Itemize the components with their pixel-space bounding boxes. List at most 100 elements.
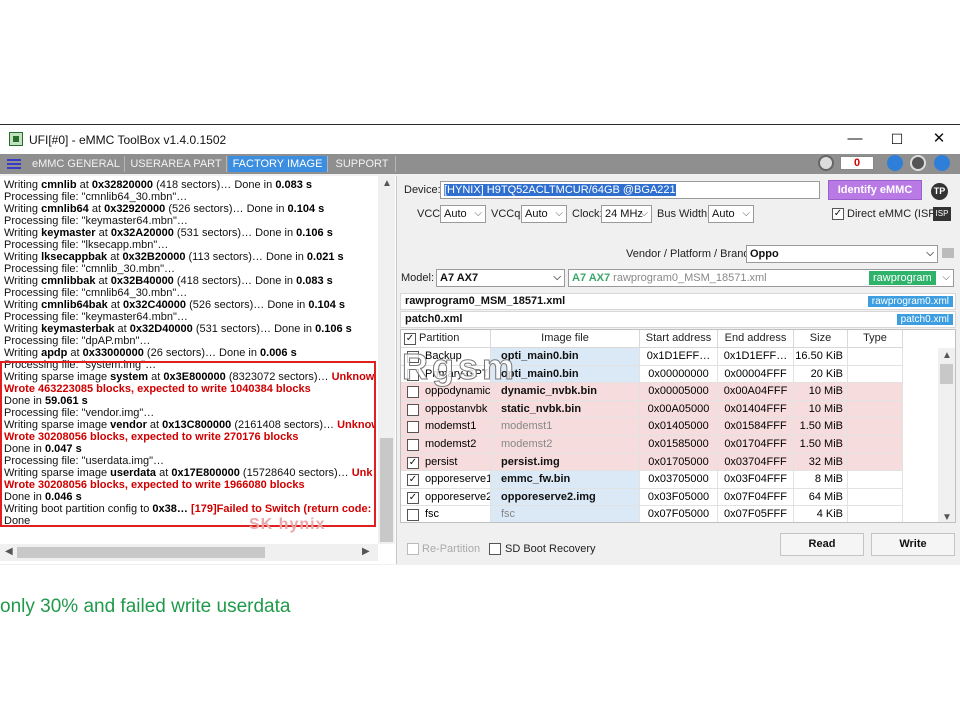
log-segment: (26 sectors)… Done in: [143, 347, 261, 359]
log-segment: 0.104 s: [287, 203, 325, 215]
log-segment: 0.021 s: [306, 251, 344, 263]
log-segment: Writing: [4, 323, 42, 335]
chevron-down-icon: ⌵: [474, 208, 482, 219]
error-highlight-box: [0, 361, 376, 527]
log-segment: Processing file: "keymaster64.mbn"…: [4, 215, 188, 227]
row-checkbox[interactable]: ✓: [407, 456, 419, 469]
repartition-label: Re-Partition: [422, 543, 481, 555]
sd-boot-checkbox[interactable]: [489, 543, 501, 555]
table-scroll-thumb[interactable]: [940, 364, 953, 384]
table-row[interactable]: opporeserve2 opporeserve2.img 0x03F05000 0x…: [401, 488, 939, 507]
table-row[interactable]: modemst1 modemst1 0x01405000 0x01584FFF 1.50…: [401, 418, 939, 437]
repartition-checkbox[interactable]: [407, 543, 419, 555]
xml-file-patch[interactable]: patch0.xml patch0.xml: [400, 311, 956, 328]
info-icon[interactable]: [910, 155, 926, 171]
column-header[interactable]: Start address: [640, 330, 718, 348]
size-cell: 4 KiB: [794, 506, 848, 522]
scroll-down-icon[interactable]: ▼: [942, 512, 952, 522]
scroll-left-icon[interactable]: ◀: [5, 546, 13, 557]
tab-emmc-general[interactable]: eMMC GENERAL: [28, 156, 125, 172]
log-horizontal-scrollbar[interactable]: ◀ ▶: [0, 544, 378, 561]
vcc-select[interactable]: Auto ⌵: [440, 205, 486, 223]
vccq-label: VCCq:: [491, 208, 524, 220]
folder-icon[interactable]: [942, 248, 954, 258]
end-address-cell: 0x03F04FFF: [718, 471, 794, 489]
xml-file-name: patch0.xml: [405, 313, 463, 325]
log-vertical-scrollbar[interactable]: ▲: [378, 176, 395, 544]
buswidth-select[interactable]: Auto ⌵: [708, 205, 754, 223]
read-button[interactable]: Read: [780, 533, 864, 556]
direct-emmc-checkbox[interactable]: ✓: [832, 208, 844, 220]
start-address-cell: 0x00005000: [640, 383, 718, 401]
table-row[interactable]: opporeserve1 emmc_fw.bin 0x03705000 0x03F04…: [401, 471, 939, 489]
type-cell: [848, 488, 903, 507]
log-segment: (531 sectors)… Done in: [173, 227, 297, 239]
table-row[interactable]: oppostanvbk static_nvbk.bin 0x00A05000 0x01…: [401, 400, 939, 419]
type-cell: [848, 383, 903, 401]
row-checkbox[interactable]: [407, 439, 419, 451]
vendor-select[interactable]: Oppo ⌵: [746, 245, 938, 263]
log-segment: cmnlib64: [41, 203, 89, 215]
hamburger-menu-icon[interactable]: [7, 157, 21, 171]
program-select[interactable]: A7 AX7 rawprogram0_MSM_18571.xml rawprog…: [568, 269, 954, 287]
scroll-right-icon[interactable]: ▶: [362, 546, 370, 557]
log-segment: 0x32D40000: [129, 323, 193, 335]
gear-icon[interactable]: [934, 155, 950, 171]
clock-select[interactable]: 24 MHz ⌵: [601, 205, 652, 223]
write-button[interactable]: Write: [871, 533, 955, 556]
xml-file-rawprogram[interactable]: rawprogram0_MSM_18571.xml rawprogram0.xml: [400, 293, 956, 310]
column-header[interactable]: End address: [718, 330, 794, 348]
maximize-button[interactable]: ☐: [874, 127, 920, 151]
log-segment: 0x32920000: [104, 203, 166, 215]
model-select[interactable]: A7 AX7 ⌵: [436, 269, 565, 287]
image-file-cell: emmc_fw.bin: [491, 471, 640, 489]
close-button[interactable]: ✕: [916, 127, 960, 151]
tp-icon[interactable]: TP: [931, 183, 948, 200]
row-checkbox[interactable]: ✓: [407, 474, 419, 487]
end-address-cell: 0x00A04FFF: [718, 383, 794, 401]
log-segment: (526 sectors)… Done in: [165, 203, 288, 215]
device-field[interactable]: [HYNIX] H9TQ52ACLTMCUR/64GB @BGA221: [440, 181, 820, 199]
identify-emmc-button[interactable]: Identify eMMC: [828, 180, 922, 200]
tab-support[interactable]: SUPPORT: [329, 156, 396, 172]
table-row[interactable]: persist persist.img 0x01705000 0x03704FFF 32…: [401, 453, 939, 472]
log-segment: keymasterbak: [41, 323, 115, 335]
type-cell: [848, 453, 903, 472]
minimize-button[interactable]: —: [832, 127, 878, 151]
select-all-checkbox[interactable]: ✓: [404, 333, 416, 345]
table-scrollbar[interactable]: ▲ ▼: [938, 348, 955, 522]
sd-boot-label: SD Boot Recovery: [505, 543, 596, 555]
log-segment: Processing file: "keymaster64.mbn"…: [4, 311, 188, 323]
log-segment: Writing: [4, 203, 42, 215]
scroll-up-icon[interactable]: ▲: [382, 178, 392, 189]
log-segment: 0x32A20000: [110, 227, 174, 239]
table-row[interactable]: modemst2 modemst2 0x01585000 0x01704FFF 1.50…: [401, 436, 939, 454]
log-segment: at: [107, 299, 124, 311]
image-file-cell: modemst1: [491, 418, 640, 437]
row-checkbox[interactable]: ✓: [407, 491, 419, 504]
column-header[interactable]: Type: [848, 330, 903, 348]
start-address-cell: 0x01585000: [640, 436, 718, 454]
log-segment: Writing: [4, 347, 42, 359]
type-cell: [848, 348, 903, 366]
row-checkbox[interactable]: [407, 509, 419, 522]
tab-userarea-part[interactable]: USERAREA PART: [126, 156, 227, 172]
table-row[interactable]: fsc fsc 0x07F05000 0x07F05FFF 4 KiB: [401, 506, 939, 522]
isp-icon[interactable]: ISP: [933, 207, 951, 221]
log-line: Processing file: "cmnlib_30.mbn"…: [4, 263, 376, 275]
row-checkbox[interactable]: [407, 403, 419, 416]
scroll-up-icon[interactable]: ▲: [942, 350, 952, 361]
vccq-select[interactable]: Auto ⌵: [521, 205, 567, 223]
column-header[interactable]: Size: [794, 330, 848, 348]
log-scroll-thumb[interactable]: [380, 438, 393, 542]
size-cell: 8 MiB: [794, 471, 848, 489]
log-hscroll-thumb[interactable]: [17, 547, 265, 558]
size-cell: 1.50 MiB: [794, 436, 848, 454]
settings-wheel-icon[interactable]: [818, 155, 834, 171]
device-value: [HYNIX] H9TQ52ACLTMCUR/64GB @BGA221: [444, 184, 676, 196]
download-icon[interactable]: [887, 155, 903, 171]
tab-factory-image[interactable]: FACTORY IMAGE: [228, 156, 328, 172]
xml-file-name: rawprogram0_MSM_18571.xml: [405, 295, 566, 307]
log-segment: at: [114, 323, 130, 335]
row-checkbox[interactable]: [407, 421, 419, 434]
